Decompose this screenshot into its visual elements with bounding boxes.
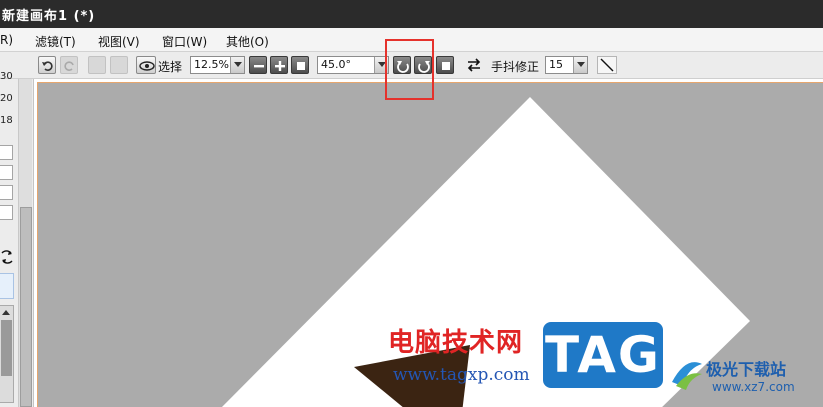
stop-icon — [297, 62, 305, 70]
zoom-select[interactable]: 12.5% — [190, 56, 245, 74]
line-icon — [600, 58, 614, 72]
copy-button[interactable] — [110, 56, 128, 74]
menu-item-filter[interactable]: 滤镜(T) — [35, 33, 76, 50]
layer-scroll-thumb[interactable] — [1, 320, 12, 376]
window-title: 新建画布1 (*) — [2, 9, 96, 24]
chevron-up-icon — [2, 310, 10, 315]
stabilizer-select[interactable]: 15 — [545, 56, 588, 74]
redo-icon — [64, 61, 74, 71]
brush-size-value: 18 — [0, 115, 13, 126]
select-label: 选择 — [158, 60, 183, 74]
menu-item-partial[interactable]: R) — [0, 33, 13, 47]
left-panel: 30 20 18 — [0, 71, 34, 407]
selection-visibility-button[interactable] — [136, 56, 156, 74]
angle-select[interactable]: 45.0° — [317, 56, 389, 74]
eye-icon — [139, 61, 155, 71]
swap-arrows-icon — [467, 58, 481, 72]
chevron-down-icon — [234, 62, 242, 67]
watermark-tag-logo: TAG — [543, 322, 663, 388]
menu-item-other[interactable]: 其他(O) — [226, 33, 269, 50]
watermark-site-name: 电脑技术网 — [388, 328, 524, 358]
chevron-down-icon — [577, 62, 585, 67]
stabilizer-dropdown-arrow[interactable] — [573, 57, 587, 73]
menu-item-view[interactable]: 视图(V) — [98, 33, 140, 50]
layer-scroll-track[interactable] — [0, 305, 14, 403]
zoom-reset-button[interactable] — [291, 56, 309, 74]
brush-slot[interactable] — [0, 185, 13, 200]
panel-scroll-thumb[interactable] — [20, 207, 32, 407]
straight-line-button[interactable] — [597, 56, 617, 74]
rotate-reset-button[interactable] — [436, 56, 454, 74]
brush-size-value: 20 — [0, 93, 13, 104]
watermark-site-url: www.tagxp.com — [393, 365, 530, 385]
minus-icon — [254, 65, 264, 68]
undo-button[interactable] — [38, 56, 56, 74]
copy-icon — [111, 57, 129, 75]
layer-item[interactable] — [0, 273, 14, 299]
angle-value: 45.0° — [321, 58, 351, 71]
cut-button[interactable] — [88, 56, 106, 74]
redo-button[interactable] — [60, 56, 78, 74]
zoom-out-button[interactable] — [249, 56, 267, 74]
zoom-dropdown-arrow[interactable] — [230, 57, 244, 73]
stop-icon — [442, 62, 450, 70]
cut-icon — [89, 57, 107, 75]
brush-size-value: 30 — [0, 71, 13, 82]
plus-icon — [275, 61, 285, 71]
stabilizer-label: 手抖修正 — [491, 60, 540, 74]
undo-icon — [42, 61, 53, 71]
zoom-in-button[interactable] — [270, 56, 288, 74]
brush-slot[interactable] — [0, 165, 13, 180]
brush-slot[interactable] — [0, 205, 13, 220]
title-bar: 新建画布1 (*) — [0, 0, 823, 28]
stabilizer-value: 15 — [549, 58, 563, 71]
zoom-value: 12.5% — [194, 58, 229, 71]
flip-horizontal-button[interactable] — [465, 56, 483, 74]
rotate-buttons-highlight — [385, 39, 434, 100]
brush-slot[interactable] — [0, 145, 13, 160]
swap-colors-icon[interactable] — [0, 249, 14, 265]
panel-scrollbar[interactable] — [18, 79, 32, 407]
menu-item-window[interactable]: 窗口(W) — [162, 33, 207, 50]
watermark-site2-url: www.xz7.com — [712, 380, 795, 394]
watermark-site2-name: 极光下载站 — [706, 360, 787, 379]
aurora-logo-icon — [672, 362, 702, 390]
